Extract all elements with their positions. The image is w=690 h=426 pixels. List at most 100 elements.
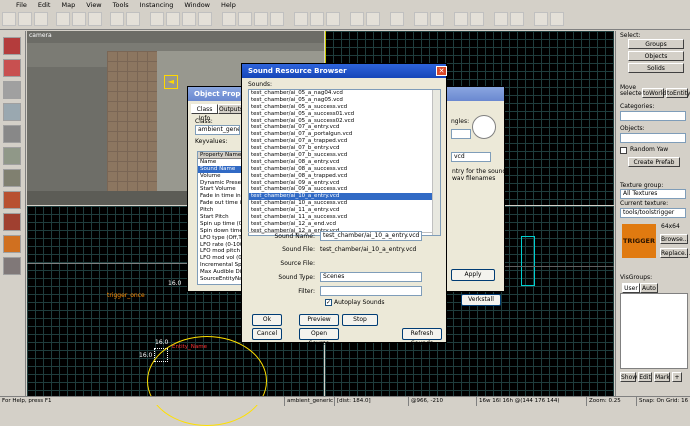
cancel-button[interactable]: Cancel [252,328,282,340]
list-item[interactable]: test_chamber/ai_08_a_success.vcd [249,166,440,173]
apply-texture-icon[interactable] [3,169,21,187]
cubemap-icon[interactable] [494,12,508,26]
to-world-button[interactable]: toWorld [642,88,666,98]
compile-icon[interactable] [390,12,404,26]
solids-button[interactable]: Solids [628,63,684,73]
decal-tool-icon[interactable] [3,191,21,209]
list-item[interactable]: test_chamber/ai_05_a_success02.vcd [249,118,440,125]
edit-button[interactable]: Edit [638,372,652,382]
run-map-icon[interactable] [534,12,548,26]
copy-icon[interactable] [72,12,86,26]
grid-snap-icon[interactable] [166,12,180,26]
add-visgroup-button[interactable]: + [672,372,682,382]
list-item[interactable]: test_chamber/ai_07_a_trapped.vcd [249,138,440,145]
list-item[interactable]: LFO mod pitch (0- [198,248,242,255]
replace-button[interactable]: Replace... [660,248,690,258]
angle-dial[interactable] [472,115,496,139]
random-yaw-checkbox[interactable] [620,147,627,154]
objects-button[interactable]: Objects [628,51,684,61]
new-icon[interactable] [2,12,16,26]
texture-group-dropdown[interactable]: All Textures [620,189,686,199]
list-item[interactable]: Start Pitch [198,214,242,221]
speaker-icon[interactable]: ◄ [164,75,178,89]
undo-icon[interactable] [110,12,124,26]
selection-tool-icon[interactable] [3,37,21,55]
unhide-icon[interactable] [326,12,340,26]
camera-tool-icon[interactable] [3,81,21,99]
list-item[interactable]: Spin down time (0- [198,228,242,235]
list-item[interactable]: Pitch [198,207,242,214]
toggle-texture-icon[interactable] [3,147,21,165]
texture-preview[interactable]: TRIGGER [622,224,656,258]
list-item[interactable]: test_chamber/ai_07_b_success.vcd [249,152,440,159]
value-field[interactable]: vcd [451,152,491,162]
paste-icon[interactable] [88,12,102,26]
tie-entity-icon[interactable] [414,12,428,26]
list-item[interactable]: Dynamic Presets [198,180,242,187]
list-item[interactable]: LFO type (Off,Tacr [198,235,242,242]
list-item[interactable]: test_chamber/ai_05_a_success01.vcd [249,111,440,118]
list-item[interactable]: Name [198,159,242,166]
browse-button[interactable]: Browse... [660,234,689,244]
to-entity-button[interactable]: toEntity [666,88,690,98]
list-item[interactable]: Incremental Spinup [198,262,242,269]
selection-icon[interactable] [294,12,308,26]
clip-tool-icon[interactable] [3,235,21,253]
autoplay-checkbox[interactable]: ✓ [325,299,332,306]
player-model[interactable] [521,236,535,286]
list-item[interactable]: test_chamber/ai_05_a_success.vcd [249,104,440,111]
entity-tool-icon[interactable] [3,103,21,121]
angles-field[interactable] [451,129,471,139]
carve-icon[interactable] [350,12,364,26]
list-item[interactable]: Spin up time (0-100 [198,221,242,228]
open-icon[interactable] [18,12,32,26]
sounds-list[interactable]: test_chamber/ai_05_a_nag04.vcd test_cham… [248,89,441,236]
block-tool-icon[interactable] [3,125,21,143]
save-icon[interactable] [34,12,48,26]
overlay-tool-icon[interactable] [3,213,21,231]
redo-icon[interactable] [126,12,140,26]
show-button[interactable]: Show [620,372,637,382]
list-item[interactable]: test_chamber/ai_11_a_entry.vcd [249,207,440,214]
list-item[interactable]: test_chamber/ai_07_a_entry.vcd [249,124,440,131]
current-texture-dropdown[interactable]: tools/toolstrigger [620,208,686,218]
list-item[interactable]: test_chamber/ai_07_a_portalgun.vcd [249,131,440,138]
check-problems-icon[interactable] [550,12,564,26]
tab-outputs[interactable]: Outputs [218,104,243,114]
list-item[interactable]: LFO mod vol (0-10 [198,255,242,262]
sound-icon[interactable] [470,12,484,26]
class-dropdown[interactable]: ambient_generic [195,125,240,135]
cm-icon[interactable] [510,12,524,26]
sound-type-dropdown[interactable]: Scenes [320,272,422,282]
list-item[interactable]: test_chamber/ai_08_a_trapped.vcd [249,173,440,180]
create-prefab-button[interactable]: Create Prefab [628,157,680,167]
stop-button[interactable]: Stop [342,314,378,326]
groups-button[interactable]: Groups [628,39,684,49]
magnify-tool-icon[interactable] [3,59,21,77]
verkstall-button[interactable]: Verkstall [461,294,501,306]
list-item[interactable]: test_chamber/ai_05_a_nag05.vcd [249,97,440,104]
list-item[interactable]: Start Volume [198,186,242,193]
hide-icon[interactable] [310,12,324,26]
visgroups-list[interactable] [620,293,688,369]
ok-button[interactable]: Ok [252,314,282,326]
mark-button[interactable]: Mark [654,372,670,382]
list-scrollbar[interactable] [432,90,440,235]
list-item[interactable]: Max Audible Distan [198,269,242,276]
close-icon[interactable]: ✕ [436,66,447,76]
tab-class-info[interactable]: Class Info [191,104,218,122]
list-item[interactable]: test_chamber/ai_08_a_entry.vcd [249,159,440,166]
list-item[interactable]: test_chamber/ai_05_a_nag04.vcd [249,90,440,97]
list-item[interactable]: test_chamber/ai_09_a_entry.vcd [249,180,440,187]
hollow-icon[interactable] [366,12,380,26]
list-item[interactable]: SourceEntityName [198,276,242,283]
sound-name-field[interactable]: test_chamber/ai_10_a_entry.vcd [320,231,422,241]
grid-smaller-icon[interactable] [182,12,196,26]
group-icon[interactable] [254,12,268,26]
menu-file[interactable]: File [16,1,27,9]
texture-lock-icon[interactable] [222,12,236,26]
model-icon[interactable] [454,12,468,26]
ungroup-icon[interactable] [270,12,284,26]
list-item[interactable]: test_chamber/ai_11_a_success.vcd [249,214,440,221]
keyvalues-list[interactable]: Property Name Name Sound Name Volume Dyn… [197,151,243,285]
